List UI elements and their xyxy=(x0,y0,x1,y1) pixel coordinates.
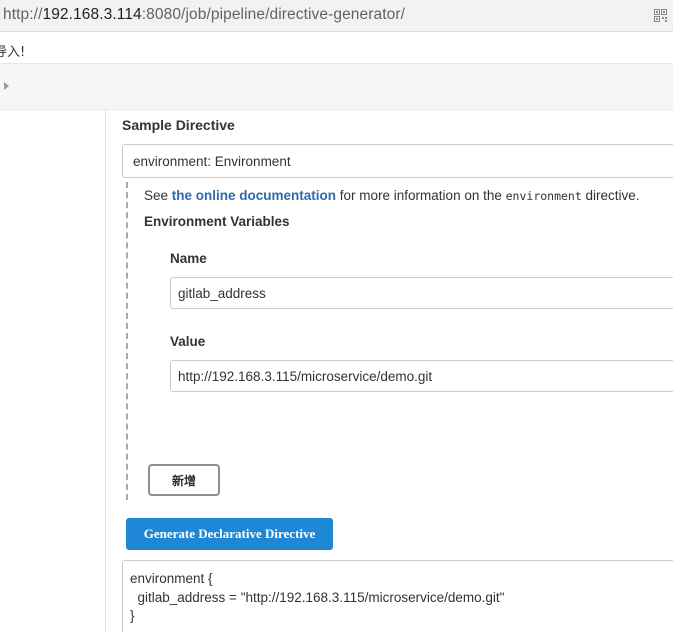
notice-bar: 导入! xyxy=(0,32,673,64)
url-text[interactable]: http://192.168.3.114:8080/job/pipeline/d… xyxy=(3,6,405,24)
notice-text: 导入! xyxy=(0,45,26,60)
online-documentation-link[interactable]: the online documentation xyxy=(172,188,336,203)
help-prefix: See xyxy=(144,188,172,203)
breadcrumb-bar xyxy=(0,64,673,110)
help-middle: for more information on the xyxy=(336,188,506,203)
name-input[interactable] xyxy=(170,277,673,309)
qr-code-icon[interactable] xyxy=(654,9,667,22)
add-variable-button[interactable]: 新增 xyxy=(148,464,220,496)
url-host: 192.168.3.114 xyxy=(42,6,142,23)
sample-directive-selected: environment: Environment xyxy=(133,154,291,169)
url-scheme: http:// xyxy=(3,6,43,23)
help-suffix: directive. xyxy=(581,188,640,203)
nested-block-border xyxy=(126,182,128,500)
caret-right-icon[interactable] xyxy=(4,82,9,90)
name-label: Name xyxy=(170,251,207,266)
browser-url-bar[interactable]: http://192.168.3.114:8080/job/pipeline/d… xyxy=(0,0,673,32)
url-path: :8080/job/pipeline/directive-generator/ xyxy=(141,6,406,23)
generate-directive-button[interactable]: Generate Declarative Directive xyxy=(126,518,333,550)
help-text: See the online documentation for more in… xyxy=(144,188,640,203)
environment-variables-title: Environment Variables xyxy=(144,214,290,229)
generated-output-textarea[interactable]: environment { gitlab_address = "http://1… xyxy=(122,560,673,632)
sample-directive-title: Sample Directive xyxy=(122,117,235,133)
help-code: environment xyxy=(505,189,582,203)
value-input[interactable] xyxy=(170,360,673,392)
generated-output-text: environment { gitlab_address = "http://1… xyxy=(130,571,505,623)
value-label: Value xyxy=(170,334,206,349)
side-panel xyxy=(0,110,106,632)
sample-directive-select[interactable]: environment: Environment xyxy=(122,144,673,178)
